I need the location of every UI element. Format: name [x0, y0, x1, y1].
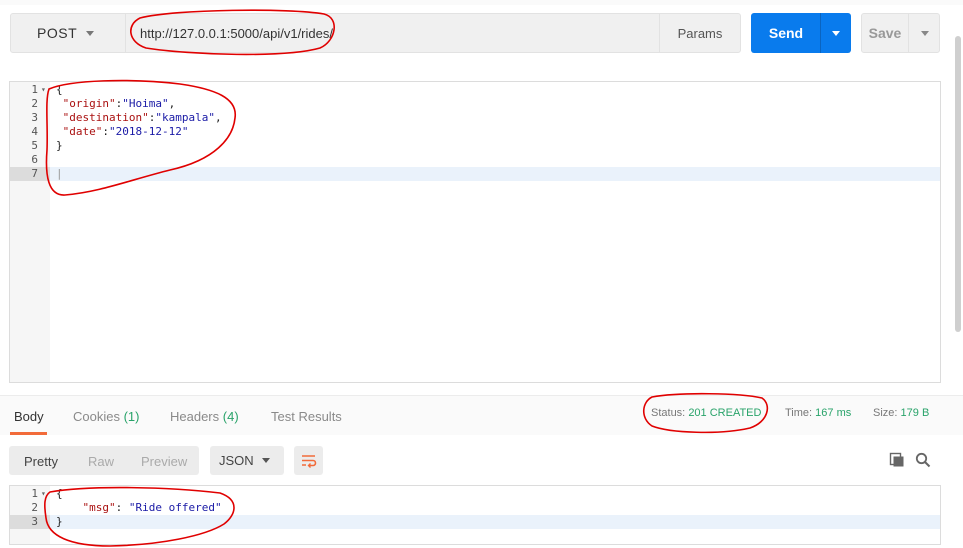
close-brace: }: [56, 515, 63, 528]
json-value: "Ride offered": [128, 501, 222, 514]
fold-arrow-icon[interactable]: ▾: [41, 83, 46, 97]
code-line: 3 "destination":"kampala",: [10, 111, 940, 125]
line-number: 5: [31, 139, 38, 152]
method-select[interactable]: POST: [10, 13, 126, 53]
page-scrollbar[interactable]: [955, 36, 961, 332]
code-line: 5 }: [10, 139, 940, 153]
time-meta: Time: 167 ms: [785, 407, 851, 419]
line-number: 3: [31, 111, 38, 124]
tab-body[interactable]: Body: [14, 409, 44, 424]
time-value: 167 ms: [815, 407, 852, 419]
search-button[interactable]: [915, 452, 931, 471]
copy-button[interactable]: [889, 452, 905, 471]
open-brace: {: [56, 487, 63, 500]
url-input[interactable]: http://127.0.0.1:5000/api/v1/rides/: [125, 13, 660, 53]
tab-headers-label: Headers: [170, 409, 220, 424]
code-line-active: 3 }: [10, 515, 940, 529]
code-line: 2 "origin":"Hoima",: [10, 97, 940, 111]
method-label: POST: [37, 25, 78, 41]
tab-headers[interactable]: Headers (4): [170, 409, 239, 424]
search-icon: [915, 452, 931, 468]
json-key: "msg": [82, 501, 116, 514]
tab-test-results[interactable]: Test Results: [271, 409, 342, 424]
json-comma: ,: [214, 111, 222, 124]
line-number: 1: [31, 83, 38, 96]
view-preview-button[interactable]: Preview: [141, 454, 187, 469]
code-line: 1 ▾ {: [10, 83, 940, 97]
send-options-button[interactable]: [820, 13, 851, 53]
copy-icon: [889, 452, 904, 467]
status-meta: Status: 201 CREATED: [651, 407, 761, 419]
tab-cookies[interactable]: Cookies (1): [73, 409, 139, 424]
status-value: 201 CREATED: [688, 407, 762, 419]
top-edge: [0, 0, 963, 5]
url-text: http://127.0.0.1:5000/api/v1/rides/: [140, 25, 333, 41]
json-comma: ,: [168, 97, 176, 110]
tab-cookies-count: (1): [123, 409, 140, 424]
chevron-down-icon: [832, 31, 840, 36]
response-body-viewer[interactable]: 1 ▾ { 2 "msg": "Ride offered" 3 }: [9, 485, 941, 545]
line-number: 2: [31, 97, 38, 110]
format-label: JSON: [219, 453, 254, 468]
json-field: "date":"2018-12-12": [56, 125, 189, 139]
size-value: 179 B: [900, 407, 930, 419]
code-line-active: 7 |: [10, 167, 940, 181]
tab-headers-count: (4): [222, 409, 239, 424]
code-line: 2 "msg": "Ride offered": [10, 501, 940, 515]
json-value: "kampala": [155, 111, 215, 124]
json-colon: :: [102, 125, 109, 138]
json-colon: :: [115, 501, 129, 514]
view-pretty-button[interactable]: Pretty: [24, 454, 58, 469]
json-field: "origin":"Hoima",: [56, 97, 176, 111]
line-number: 7: [10, 167, 50, 181]
json-key: "date": [62, 125, 103, 138]
chevron-down-icon: [921, 31, 929, 36]
wrap-lines-icon: [301, 454, 316, 468]
format-select[interactable]: JSON: [210, 446, 284, 475]
code-line: 1 ▾ {: [10, 487, 940, 501]
time-label: Time:: [785, 407, 813, 419]
line-number: 3: [10, 515, 50, 529]
request-body-editor[interactable]: 1 ▾ { 2 "origin":"Hoima", 3 "destination…: [9, 81, 941, 383]
json-value: "2018-12-12": [109, 125, 189, 138]
view-raw-button[interactable]: Raw: [88, 454, 114, 469]
line-number: 1: [31, 487, 38, 500]
send-button[interactable]: Send: [751, 13, 821, 53]
size-meta: Size: 179 B: [873, 407, 929, 419]
fold-arrow-icon[interactable]: ▾: [41, 487, 46, 501]
save-button[interactable]: Save: [861, 13, 909, 53]
params-button[interactable]: Params: [659, 13, 741, 53]
code-line: 6: [10, 153, 940, 167]
json-key: "destination": [62, 111, 149, 124]
active-tab-indicator: [10, 432, 47, 435]
code-line: 4 "date":"2018-12-12": [10, 125, 940, 139]
json-field: "destination":"kampala",: [56, 111, 222, 125]
save-options-button[interactable]: [908, 13, 940, 53]
status-label: Status:: [651, 407, 686, 419]
size-label: Size:: [873, 407, 898, 419]
json-key: "origin": [62, 97, 116, 110]
line-number: 6: [31, 153, 38, 166]
wrap-lines-button[interactable]: [294, 446, 323, 475]
close-brace: }: [56, 139, 63, 152]
tab-cookies-label: Cookies: [73, 409, 120, 424]
line-number: 2: [31, 501, 38, 514]
text-cursor: |: [56, 167, 63, 180]
json-value: "Hoima": [122, 97, 169, 110]
open-brace: {: [56, 83, 63, 96]
line-number: 4: [31, 125, 38, 138]
chevron-down-icon: [262, 458, 270, 463]
chevron-down-icon: [86, 31, 94, 36]
json-field: "msg": "Ride offered": [56, 501, 222, 515]
